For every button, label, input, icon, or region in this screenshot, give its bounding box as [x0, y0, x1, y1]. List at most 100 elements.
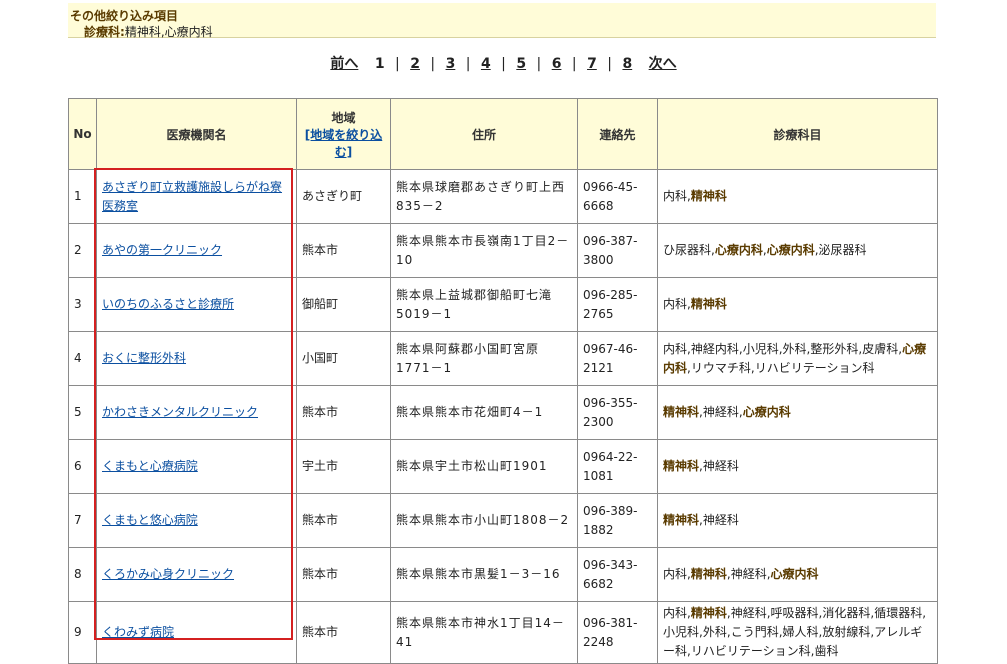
address-cell: 熊本県宇土市松山町1901: [390, 439, 578, 494]
page-link-5[interactable]: 5: [516, 56, 526, 72]
phone-cell: 0967-46-2121: [577, 331, 658, 386]
address-cell: 熊本県上益城郡御船町七滝5019－1: [390, 277, 578, 332]
department: リハビリテーション科: [754, 360, 875, 375]
filter-department-label: 診療科:: [84, 25, 125, 39]
facility-name-link[interactable]: くろかみ心身クリニック: [102, 567, 234, 581]
header-departments: 診療科目: [657, 98, 938, 170]
page-link-6[interactable]: 6: [552, 56, 562, 72]
department: 神経科: [702, 459, 739, 473]
header-address: 住所: [390, 98, 578, 170]
next-page-link[interactable]: 次へ: [649, 56, 677, 72]
filter-region-link[interactable]: [地域を絞り込む]: [305, 128, 383, 159]
phone-cell: 0966-45-6668: [577, 169, 658, 224]
page-link-3[interactable]: 3: [446, 56, 456, 72]
header-no: No: [68, 98, 97, 170]
department: 歯科: [814, 644, 839, 658]
table-row: 4 おくに整形外科 小国町 熊本県阿蘇郡小国町宮原1771－1 0967-46-2121…: [68, 331, 938, 386]
phone-cell: 096-343-6682: [577, 547, 658, 602]
department: 神経科: [702, 405, 739, 419]
facility-name-link[interactable]: くまもと心療病院: [102, 459, 198, 473]
row-number: 2: [68, 223, 97, 278]
filter-department-value: 精神科,心療内科: [124, 25, 213, 39]
department: リウマチ科: [690, 360, 751, 375]
header-contact: 連絡先: [577, 98, 658, 170]
region-cell: 熊本市: [296, 493, 391, 548]
filter-department: 診療科:精神科,心療内科: [84, 23, 213, 40]
current-page: 1: [374, 56, 385, 72]
prev-page-link[interactable]: 前へ: [330, 56, 358, 72]
departments-cell: ひ尿器科,心療内科,心療内科,泌尿器科: [657, 223, 938, 278]
department: 呼吸器科: [770, 606, 819, 620]
filter-title: その他絞り込み項目: [70, 9, 179, 23]
facility-name-cell: くまもと心療病院: [96, 439, 297, 494]
address-cell: 熊本県球磨郡あさぎり町上西835－2: [390, 169, 578, 224]
row-number: 7: [68, 493, 97, 548]
department: 小児科: [742, 341, 779, 356]
departments-cell: 内科,精神科: [657, 277, 938, 332]
row-number: 3: [68, 277, 97, 332]
row-number: 9: [68, 601, 97, 664]
department-highlight: 心療内科: [714, 243, 763, 257]
department-highlight: 精神科: [690, 606, 727, 620]
department-highlight: 心療内科: [766, 243, 815, 257]
department: ひ尿器科: [663, 243, 712, 257]
page-separator: |: [607, 56, 612, 72]
facility-name-cell: くろかみ心身クリニック: [96, 547, 297, 602]
table-row: 3 いのちのふるさと診療所 御船町 熊本県上益城郡御船町七滝5019－1 096-285…: [68, 277, 938, 332]
table-row: 1 あさぎり町立救護施設しらがね寮 医務室 あさぎり町 熊本県球磨郡あさぎり町上西83…: [68, 169, 938, 224]
department-highlight: 精神科: [690, 297, 727, 311]
facility-name-cell: くわみず病院: [96, 601, 297, 664]
facility-name-cell: いのちのふるさと診療所: [96, 277, 297, 332]
facility-name-link[interactable]: おくに整形外科: [102, 351, 186, 365]
page-link-2[interactable]: 2: [410, 56, 420, 72]
page-link-8[interactable]: 8: [622, 56, 632, 72]
address-cell: 熊本県阿蘇郡小国町宮原1771－1: [390, 331, 578, 386]
department: 婦人科: [782, 625, 819, 639]
results-table: No 医療機関名 地域 [地域を絞り込む] 住所 連絡先 診療科目 1 あさぎり町…: [68, 98, 938, 664]
departments-cell: 精神科,神経科,心療内科: [657, 385, 938, 440]
department: 神経科: [730, 567, 767, 581]
facility-name-link[interactable]: かわさきメンタルクリニック: [102, 405, 258, 419]
phone-cell: 096-285-2765: [577, 277, 658, 332]
department: リハビリテーション科: [690, 644, 811, 658]
pagination: 前へ 1 | 2 | 3 | 4 | 5 | 6 | 7 | 8 次へ: [0, 53, 1007, 73]
phone-cell: 096-381-2248: [577, 601, 658, 664]
address-cell: 熊本県熊本市神水1丁目14－41: [390, 601, 578, 664]
address-cell: 熊本県熊本市長嶺南1丁目2－10: [390, 223, 578, 278]
region-cell: あさぎり町: [296, 169, 391, 224]
department-highlight: 心療内科: [770, 567, 819, 581]
region-cell: 熊本市: [296, 385, 391, 440]
facility-name-cell: かわさきメンタルクリニック: [96, 385, 297, 440]
department: 内科: [663, 189, 688, 203]
row-number: 4: [68, 331, 97, 386]
row-number: 1: [68, 169, 97, 224]
header-region-label: 地域: [331, 110, 356, 125]
facility-name-link[interactable]: あさぎり町立救護施設しらがね寮 医務室: [102, 180, 282, 213]
department-highlight: 心療内科: [742, 405, 791, 419]
department: 循環器科: [874, 606, 923, 620]
department: 内科: [663, 297, 688, 311]
page-link-4[interactable]: 4: [481, 56, 491, 72]
address-cell: 熊本県熊本市黒髪1－3－16: [390, 547, 578, 602]
departments-cell: 内科,精神科,神経科,心療内科: [657, 547, 938, 602]
table-row: 2 あやの第一クリニック 熊本市 熊本県熊本市長嶺南1丁目2－10 096-387-38…: [68, 223, 938, 278]
facility-name-link[interactable]: いのちのふるさと診療所: [102, 297, 234, 311]
department-highlight: 精神科: [663, 405, 700, 419]
page-separator: |: [430, 56, 436, 72]
department: 内科: [663, 341, 688, 356]
departments-cell: 精神科,神経科: [657, 493, 938, 548]
facility-name-link[interactable]: あやの第一クリニック: [102, 243, 222, 257]
department: 神経科: [702, 513, 739, 527]
table-row: 8 くろかみ心身クリニック 熊本市 熊本県熊本市黒髪1－3－16 096-343-668…: [68, 547, 938, 602]
page-separator: |: [571, 56, 577, 72]
header-name: 医療機関名: [96, 98, 297, 170]
departments-cell: 内科,神経内科,小児科,外科,整形外科,皮膚科,心療内科,リウマチ科,リハビリテ…: [657, 331, 938, 386]
facility-name-link[interactable]: くまもと悠心病院: [102, 513, 198, 527]
facility-name-cell: くまもと悠心病院: [96, 493, 297, 548]
department: 神経科: [730, 606, 767, 620]
department: 皮膚科: [862, 341, 899, 356]
facility-name-link[interactable]: くわみず病院: [102, 625, 174, 639]
page-link-7[interactable]: 7: [587, 56, 597, 72]
department: 内科: [663, 567, 688, 581]
department: 泌尿器科: [818, 243, 867, 257]
